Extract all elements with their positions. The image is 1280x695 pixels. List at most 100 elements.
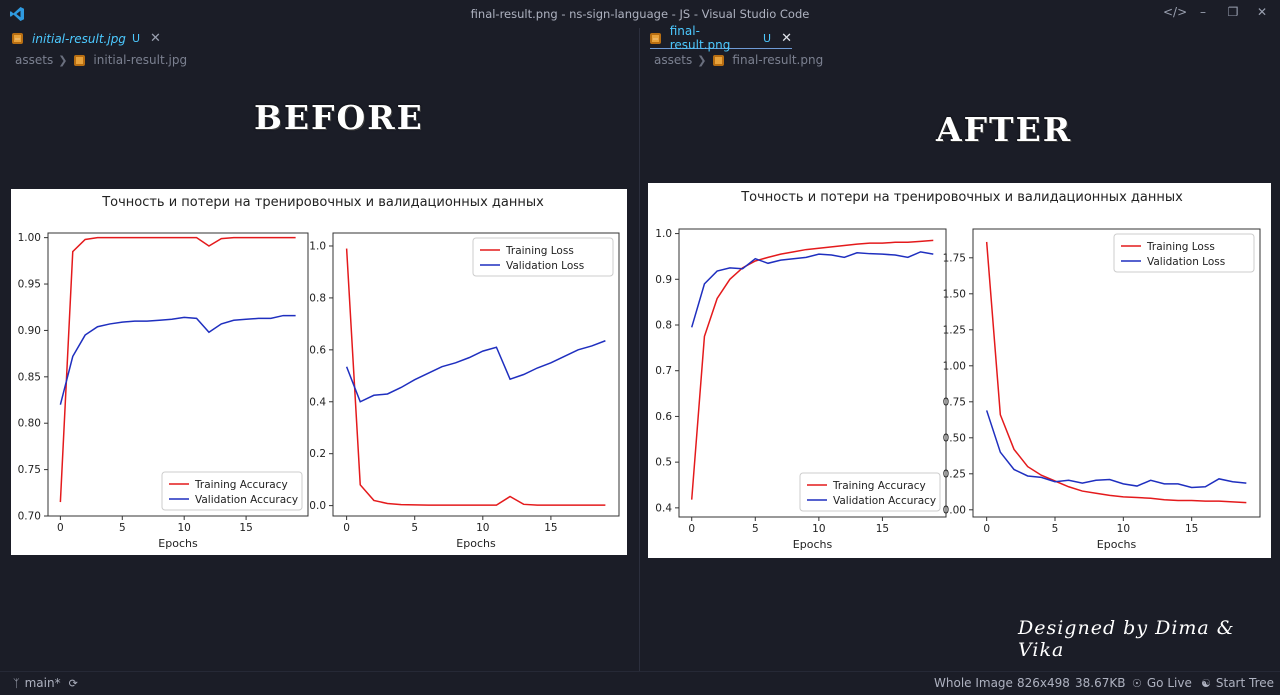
breadcrumb-folder[interactable]: assets <box>15 53 53 67</box>
y-tick-label: 0.5 <box>655 457 672 469</box>
legend-label: Training Accuracy <box>832 480 926 492</box>
broadcast-icon: ☉ <box>1132 676 1142 690</box>
tab-bar: final-result.png U ✕ <box>640 24 1280 52</box>
title-bar: final-result.png - ns-sign-language - JS… <box>0 0 1280 28</box>
untracked-badge: U <box>131 32 140 45</box>
x-tick-label: 0 <box>343 522 350 534</box>
git-branch-icon: ᛉ <box>13 676 20 690</box>
legend-label: Validation Loss <box>506 260 584 272</box>
subplot-1: 0 5 10 15 0.0 0.2 0.4 0.6 0.8 1.0 Epochs Training L… <box>309 232 620 550</box>
y-tick-label: 0.8 <box>655 320 672 332</box>
breadcrumb-file[interactable]: final-result.png <box>732 53 823 67</box>
after-figure: Точность и потери на тренировочных и вал… <box>655 190 1261 551</box>
y-tick-label: 1.0 <box>655 228 672 240</box>
image-file-icon <box>12 33 23 44</box>
legend-label: Training Loss <box>505 245 574 257</box>
toggle-layout-icon[interactable]: </> <box>1163 5 1187 23</box>
y-tick-label: 0.2 <box>309 448 326 460</box>
y-tick-label: 1.50 <box>943 288 966 300</box>
x-tick-label: 15 <box>876 523 889 535</box>
legend-label: Training Loss <box>1146 241 1215 253</box>
image-size: 38.67KB <box>1075 676 1125 690</box>
image-view-mode[interactable]: Whole Image <box>934 676 1013 690</box>
series-line-0 <box>59 236 296 503</box>
tab-initial-result[interactable]: initial-result.jpg U ✕ <box>12 28 161 49</box>
status-bar: ᛉ main* ⟳ Whole Image 826x498 38.67KB ☉ … <box>0 671 1280 695</box>
x-axis-label: Epochs <box>793 538 833 551</box>
untracked-badge: U <box>763 31 772 45</box>
y-tick-label: 0.80 <box>18 418 41 430</box>
subplot-1: 0 5 10 15 0.00 0.25 0.50 0.75 1.00 1.25 1.50 1.75 Ep… <box>943 228 1261 551</box>
breadcrumb-file[interactable]: initial-result.jpg <box>93 53 187 67</box>
window-title: final-result.png - ns-sign-language - JS… <box>470 7 810 21</box>
y-tick-label: 0.4 <box>655 502 672 514</box>
y-tick-label: 0.70 <box>18 511 41 523</box>
x-tick-label: 15 <box>239 522 252 534</box>
series-line-1 <box>690 251 934 328</box>
tab-label: final-result.png <box>669 24 731 52</box>
figure-title: Точность и потери на тренировочных и вал… <box>740 190 1183 205</box>
legend-label: Validation Accuracy <box>833 495 936 507</box>
y-tick-label: 0.00 <box>943 504 966 516</box>
y-tick-label: 0.0 <box>309 500 326 512</box>
before-heading: BEFORE <box>254 98 424 137</box>
y-tick-label: 0.75 <box>18 464 41 476</box>
x-tick-label: 15 <box>1185 523 1198 535</box>
x-tick-label: 5 <box>411 522 418 534</box>
before-image: Точность и потери на тренировочных и вал… <box>11 189 627 555</box>
tab-final-result[interactable]: final-result.png U ✕ <box>650 24 792 52</box>
y-tick-label: 1.00 <box>18 232 41 244</box>
x-tick-label: 0 <box>57 522 64 534</box>
y-tick-label: 0.6 <box>309 344 326 356</box>
chevron-right-icon: ❯ <box>58 53 68 67</box>
x-tick-label: 0 <box>983 523 990 535</box>
start-tree-button[interactable]: ☯ Start Tree <box>1201 676 1274 690</box>
y-tick-label: 0.85 <box>18 371 41 383</box>
x-axis-label: Epochs <box>456 537 496 550</box>
go-live-label: Go Live <box>1146 676 1192 690</box>
y-tick-label: 0.95 <box>18 279 41 291</box>
close-tab-icon[interactable]: ✕ <box>150 31 161 46</box>
breadcrumb: assets ❯ final-result.png <box>640 50 1280 70</box>
y-tick-label: 1.75 <box>943 252 966 264</box>
designer-credit: Designed by Dima & Vika <box>1018 617 1235 661</box>
x-axis-label: Epochs <box>158 537 198 550</box>
after-image: Точность и потери на тренировочных и вал… <box>648 183 1271 558</box>
x-tick-label: 5 <box>1052 523 1059 535</box>
y-tick-label: 0.75 <box>943 396 966 408</box>
y-tick-label: 0.4 <box>309 396 326 408</box>
minimize-button[interactable]: – <box>1192 5 1214 23</box>
x-tick-label: 15 <box>544 522 557 534</box>
branch-indicator[interactable]: ᛉ main* ⟳ <box>13 676 83 690</box>
y-tick-label: 0.50 <box>943 432 966 444</box>
y-tick-label: 1.00 <box>943 360 966 372</box>
image-file-icon <box>650 32 661 44</box>
after-heading: AFTER <box>936 110 1073 149</box>
legend-label: Training Accuracy <box>194 479 288 491</box>
chevron-right-icon: ❯ <box>697 53 707 67</box>
close-tab-icon[interactable]: ✕ <box>781 31 792 46</box>
subplot-0: 0 5 10 15 0.70 0.75 0.80 0.85 0.90 0.95 1.00 Epochs… <box>18 232 309 550</box>
image-file-icon <box>74 54 86 66</box>
x-tick-label: 10 <box>812 523 825 535</box>
subplot-0: 0 5 10 15 0.4 0.5 0.6 0.7 0.8 0.9 1.0 Epochs Trainin… <box>655 228 947 551</box>
series-line-1 <box>985 410 1247 489</box>
tab-label: initial-result.jpg <box>32 31 126 46</box>
tab-bar: initial-result.jpg U ✕ <box>0 28 639 49</box>
go-live-button[interactable]: ☉ Go Live <box>1132 676 1192 690</box>
x-tick-label: 10 <box>476 522 489 534</box>
branch-name: main* <box>24 676 61 690</box>
series-line-1 <box>59 314 296 405</box>
image-file-icon <box>713 54 725 66</box>
y-tick-label: 0.8 <box>309 292 326 304</box>
y-tick-label: 0.7 <box>655 365 672 377</box>
sync-icon[interactable]: ⟳ <box>69 677 78 690</box>
y-tick-label: 1.25 <box>943 324 966 336</box>
x-tick-label: 5 <box>752 523 759 535</box>
restore-button[interactable]: ❐ <box>1222 5 1244 23</box>
breadcrumb-folder[interactable]: assets <box>654 53 692 67</box>
series-line-0 <box>345 248 606 506</box>
image-dimensions: 826x498 <box>1017 676 1070 690</box>
y-tick-label: 0.25 <box>943 468 966 480</box>
close-window-button[interactable]: ✕ <box>1251 5 1273 23</box>
